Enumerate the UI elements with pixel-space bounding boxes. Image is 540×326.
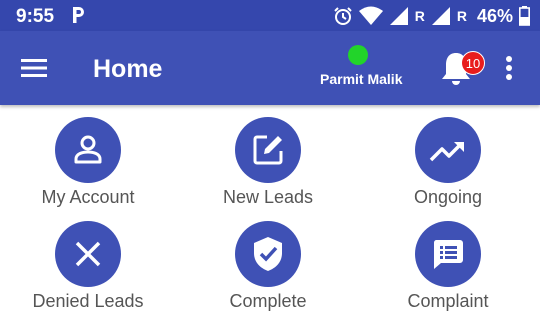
tile-my-account[interactable]: My Account — [3, 105, 173, 209]
roaming-indicator: R — [414, 8, 425, 24]
app-bar: Home Parmit Malik 10 — [0, 31, 540, 105]
person-icon — [74, 135, 102, 164]
menu-icon[interactable] — [18, 53, 50, 83]
tile-icon-circle — [235, 221, 301, 287]
trending-up-icon — [429, 142, 464, 162]
more-vert-icon[interactable] — [502, 53, 516, 83]
roaming-indicator: R — [456, 8, 467, 24]
tile-icon-circle — [55, 117, 121, 183]
tile-label: Complete — [229, 291, 307, 311]
wifi-icon — [358, 6, 383, 25]
tile-new-leads[interactable]: New Leads — [183, 105, 353, 209]
close-icon — [75, 241, 101, 267]
tile-denied-leads[interactable]: Denied Leads — [3, 209, 173, 313]
battery-percent: 46% — [476, 5, 513, 26]
tile-label: Complaint — [407, 291, 489, 311]
tile-icon-circle — [415, 221, 481, 287]
edit-box-icon — [253, 135, 283, 165]
chat-list-icon — [433, 240, 463, 269]
tile-label: Ongoing — [413, 187, 483, 207]
tile-label: My Account — [41, 187, 135, 207]
tile-label: Denied Leads — [32, 291, 144, 311]
signal-icon — [389, 7, 408, 25]
tile-complaint[interactable]: Complaint — [363, 209, 533, 313]
notification-badge: 10 — [461, 51, 485, 75]
tile-label: New Leads — [222, 187, 314, 207]
tile-icon-circle — [55, 221, 121, 287]
alarm-clock-icon — [334, 7, 352, 25]
tile-ongoing[interactable]: Ongoing — [363, 105, 533, 209]
status-bar: 9:55 R R 46% — [0, 0, 540, 31]
page-title: Home — [93, 55, 163, 83]
tile-icon-circle — [415, 117, 481, 183]
battery-icon — [519, 6, 530, 26]
tile-icon-circle — [235, 117, 301, 183]
status-time: 9:55 — [16, 6, 55, 27]
signal-icon — [431, 7, 450, 25]
parking-icon — [73, 7, 84, 23]
status-icons: R R 46% — [333, 5, 530, 27]
shield-check-icon — [254, 237, 282, 271]
tile-complete[interactable]: Complete — [183, 209, 353, 313]
user-name: Parmit Malik — [320, 71, 403, 87]
online-status-indicator — [348, 45, 368, 65]
